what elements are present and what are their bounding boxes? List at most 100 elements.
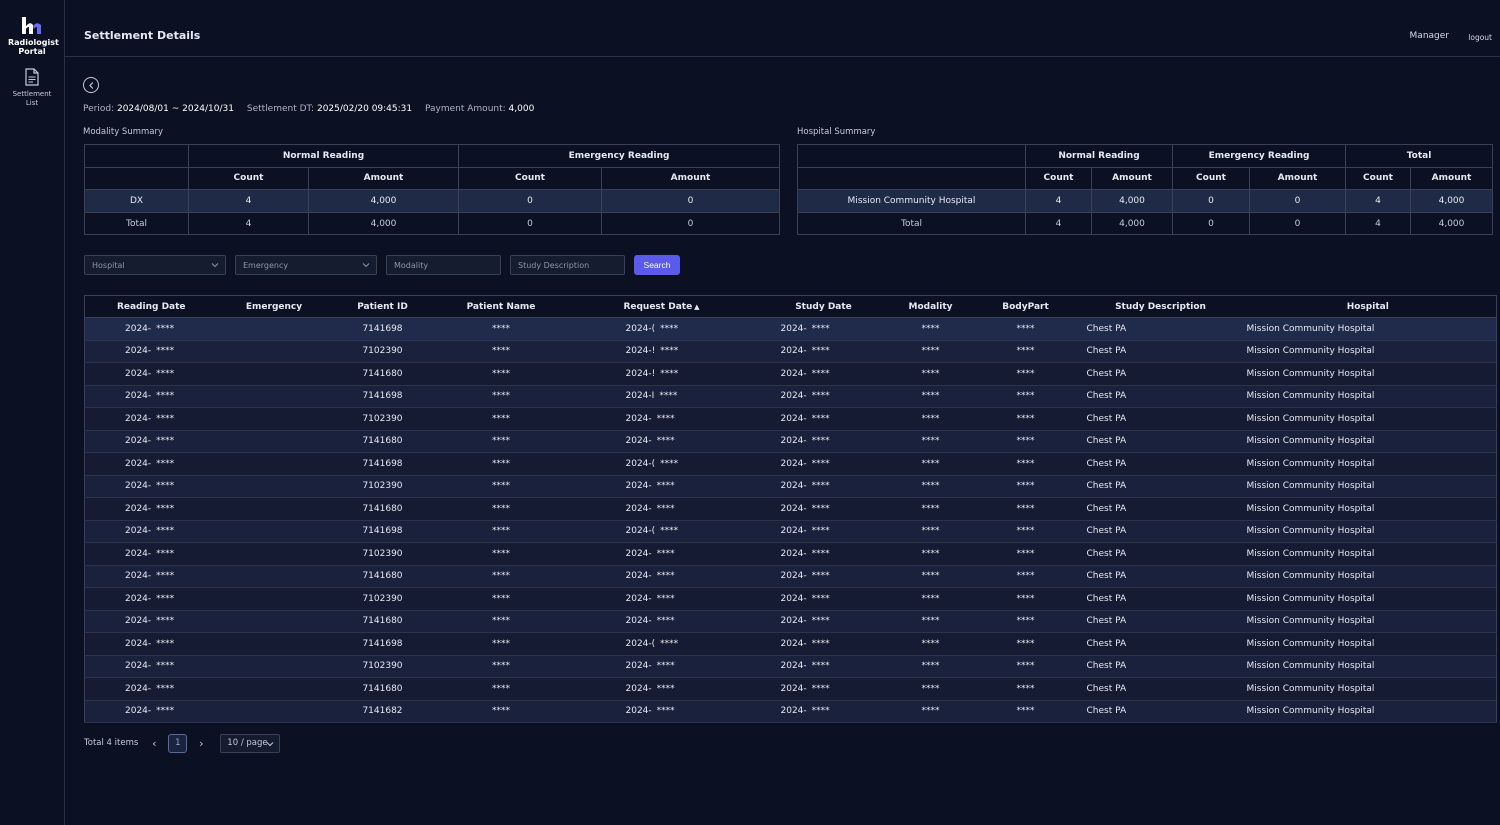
- table-row[interactable]: 2024- **** 7102390 **** 2024- **** 2024- **** **…: [84, 655, 1497, 678]
- settlement-info: Period: 2024/08/01 ~ 2024/10/31 Settleme…: [83, 104, 544, 114]
- table-row[interactable]: 2024- **** 7102390 **** 2024- **** 2024- **** **…: [84, 587, 1497, 611]
- patient-id-cell: 7102390: [330, 475, 435, 498]
- reading-date-cell: 2024- ****: [84, 340, 218, 363]
- modality-input-placeholder: Modality: [394, 260, 429, 270]
- table-row[interactable]: 2024- **** 7102390 **** 2024- **** 2024- **** **…: [84, 407, 1497, 431]
- patient-name-cell: ****: [434, 430, 568, 453]
- reading-date-mask: ****: [156, 593, 175, 604]
- patient-name-cell: ****: [434, 452, 568, 476]
- study-date-cell: 2024- ****: [755, 565, 892, 588]
- reading-date-cell: 2024- ****: [84, 385, 218, 408]
- search-button[interactable]: Search: [634, 255, 680, 275]
- request-date-mask: ****: [660, 346, 679, 357]
- table-row[interactable]: 2024- **** 7141682 **** 2024- **** 2024- **** **…: [84, 700, 1497, 723]
- reading-date-prefix: 2024-: [125, 391, 152, 402]
- subcol-header: Count: [188, 166, 309, 191]
- modality-input[interactable]: Modality: [386, 255, 501, 275]
- settlement-table: Reading Date Emergency Patient ID Patien…: [84, 295, 1497, 723]
- reading-date-prefix: 2024-: [125, 571, 152, 582]
- subcol-header: Count: [1172, 166, 1250, 191]
- request-date-cell: 2024-(****: [567, 632, 756, 656]
- patient-id-cell: 7102390: [330, 655, 435, 678]
- table-row[interactable]: 2024- **** 7141698 **** 2024-I **** 2024- **** *…: [84, 385, 1497, 408]
- emergency-cell: [217, 340, 331, 363]
- modality-cell: ****: [891, 542, 970, 566]
- col-header-request-date[interactable]: Request Date ▲: [567, 295, 756, 318]
- request-date-mask: ****: [660, 368, 679, 379]
- request-date-cell: 2024- ****: [567, 497, 756, 521]
- request-date-mask: ****: [660, 323, 679, 334]
- bodypart-cell: ****: [969, 632, 1082, 656]
- patient-name-cell: ****: [434, 317, 568, 341]
- patient-id-cell: 7141680: [330, 362, 435, 386]
- bodypart-cell: ****: [969, 497, 1082, 521]
- col-header-bodypart[interactable]: BodyPart: [969, 295, 1082, 318]
- reading-date-cell: 2024- ****: [84, 542, 218, 566]
- request-date-prefix: 2024-: [625, 413, 652, 424]
- reading-date-cell: 2024- ****: [84, 475, 218, 498]
- emergency-select[interactable]: Emergency: [235, 255, 377, 275]
- table-row[interactable]: 2024- **** 7141698 **** 2024-(**** 2024- **** *…: [84, 520, 1497, 543]
- prev-page-icon[interactable]: ‹: [144, 737, 164, 750]
- col-header-patient-id[interactable]: Patient ID: [330, 295, 435, 318]
- logout-link[interactable]: logout: [1468, 33, 1492, 42]
- logo[interactable]: Radiologist Portal: [0, 0, 64, 56]
- col-header-emergency[interactable]: Emergency: [217, 295, 331, 318]
- col-header-modality[interactable]: Modality: [891, 295, 970, 318]
- col-header-study-description[interactable]: Study Description: [1081, 295, 1240, 318]
- cell: 4: [188, 211, 309, 236]
- next-page-icon[interactable]: ›: [191, 737, 211, 750]
- table-row[interactable]: 2024- **** 7141680 **** 2024- **** 2024- **** **…: [84, 565, 1497, 588]
- study-date-prefix: 2024-: [780, 571, 807, 582]
- table-row[interactable]: 2024- **** 7141680 **** 2024- **** 2024- **** **…: [84, 677, 1497, 701]
- table-row[interactable]: 2024- **** 7141680 **** 2024-! **** 2024- **** *…: [84, 362, 1497, 386]
- reading-date-mask: ****: [156, 683, 175, 694]
- sidebar-item-label: Settlement List: [12, 90, 52, 107]
- request-date-prefix: 2024-: [625, 548, 652, 559]
- table-row[interactable]: 2024- **** 7102390 **** 2024- **** 2024- **** **…: [84, 475, 1497, 498]
- reading-date-cell: 2024- ****: [84, 317, 218, 341]
- page-size-select[interactable]: 10 / page: [220, 733, 281, 753]
- back-button[interactable]: [83, 77, 99, 93]
- table-row[interactable]: 2024- **** 7141698 **** 2024-(**** 2024- **** *…: [84, 317, 1497, 341]
- cell: 0: [458, 189, 602, 213]
- request-date-prefix: 2024-: [625, 661, 652, 672]
- request-date-prefix: 2024-!: [625, 346, 656, 357]
- cell: 4: [1345, 211, 1411, 236]
- col-header-reading-date[interactable]: Reading Date: [84, 295, 218, 318]
- request-date-prefix: 2024-: [625, 616, 652, 627]
- study-description-cell: Chest PA: [1081, 610, 1240, 633]
- total-items-text: Total 4 items: [84, 738, 139, 748]
- table-row[interactable]: 2024- **** 7141698 **** 2024-(**** 2024- **** *…: [84, 632, 1497, 656]
- hospital-cell: Mission Community Hospital: [1239, 497, 1497, 521]
- request-date-prefix: 2024-: [625, 503, 652, 514]
- page-number-button[interactable]: 1: [168, 733, 188, 753]
- col-header-patient-name[interactable]: Patient Name: [434, 295, 568, 318]
- modality-cell: ****: [891, 340, 970, 363]
- table-row[interactable]: 2024- **** 7141680 **** 2024- **** 2024- **** **…: [84, 430, 1497, 453]
- study-description-input[interactable]: Study Description: [510, 255, 625, 275]
- reading-date-prefix: 2024-: [125, 593, 152, 604]
- table-row[interactable]: 2024- **** 7102390 **** 2024- **** 2024- **** **…: [84, 542, 1497, 566]
- sidebar-item-settlement-list[interactable]: Settlement List: [0, 68, 64, 108]
- summary-row[interactable]: Mission Community Hospital 4 4,000 0 0 4…: [797, 189, 1493, 213]
- row-label: Mission Community Hospital: [797, 189, 1026, 213]
- col-header-hospital[interactable]: Hospital: [1239, 295, 1497, 318]
- request-date-cell: 2024- ****: [567, 475, 756, 498]
- request-date-cell: 2024-(****: [567, 452, 756, 476]
- table-row[interactable]: 2024- **** 7141698 **** 2024-(**** 2024- **** *…: [84, 452, 1497, 476]
- col-header-study-date[interactable]: Study Date: [755, 295, 892, 318]
- emergency-cell: [217, 385, 331, 408]
- subcol-header: Count: [1345, 166, 1411, 191]
- table-row[interactable]: 2024- **** 7141680 **** 2024- **** 2024- **** **…: [84, 497, 1497, 521]
- period-value: 2024/08/01 ~ 2024/10/31: [116, 104, 234, 114]
- chevron-down-icon: [266, 741, 274, 746]
- hospital-select[interactable]: Hospital: [84, 255, 226, 275]
- modality-cell: ****: [891, 565, 970, 588]
- summary-row[interactable]: DX 4 4,000 0 0: [84, 189, 780, 213]
- table-row[interactable]: 2024- **** 7102390 **** 2024-! **** 2024- **** *…: [84, 340, 1497, 363]
- study-date-cell: 2024- ****: [755, 452, 892, 476]
- study-date-mask: ****: [811, 683, 830, 694]
- study-date-mask: ****: [811, 458, 830, 469]
- table-row[interactable]: 2024- **** 7141680 **** 2024- **** 2024- **** **…: [84, 610, 1497, 633]
